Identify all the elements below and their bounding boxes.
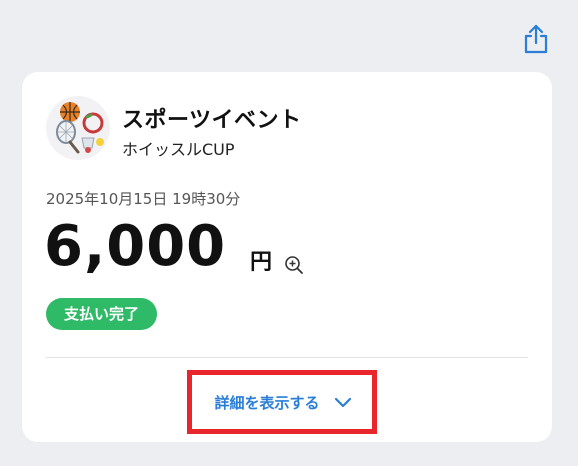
divider — [46, 357, 528, 358]
status-badge: 支払い完了 — [46, 298, 158, 330]
chevron-down-icon — [334, 397, 351, 408]
share-icon — [524, 24, 548, 54]
merchant-name: スポーツイベント — [122, 108, 302, 133]
payment-datetime: 2025年10月15日 19時30分 — [46, 190, 241, 208]
show-details-button[interactable]: 詳細を表示する — [190, 372, 376, 432]
payment-amount: 6,000 — [44, 214, 227, 279]
zoom-in-button[interactable] — [284, 255, 304, 275]
sports-balls-icon — [56, 102, 104, 154]
merchant-subtitle: ホイッスルCUP — [122, 140, 235, 159]
merchant-avatar — [46, 96, 110, 160]
share-button[interactable] — [520, 22, 552, 56]
payment-card: スポーツイベント ホイッスルCUP 2025年10月15日 19時30分 6,0… — [22, 72, 552, 442]
currency-unit: 円 — [250, 250, 273, 275]
zoom-in-icon — [285, 256, 303, 274]
show-details-label: 詳細を表示する — [214, 393, 320, 412]
